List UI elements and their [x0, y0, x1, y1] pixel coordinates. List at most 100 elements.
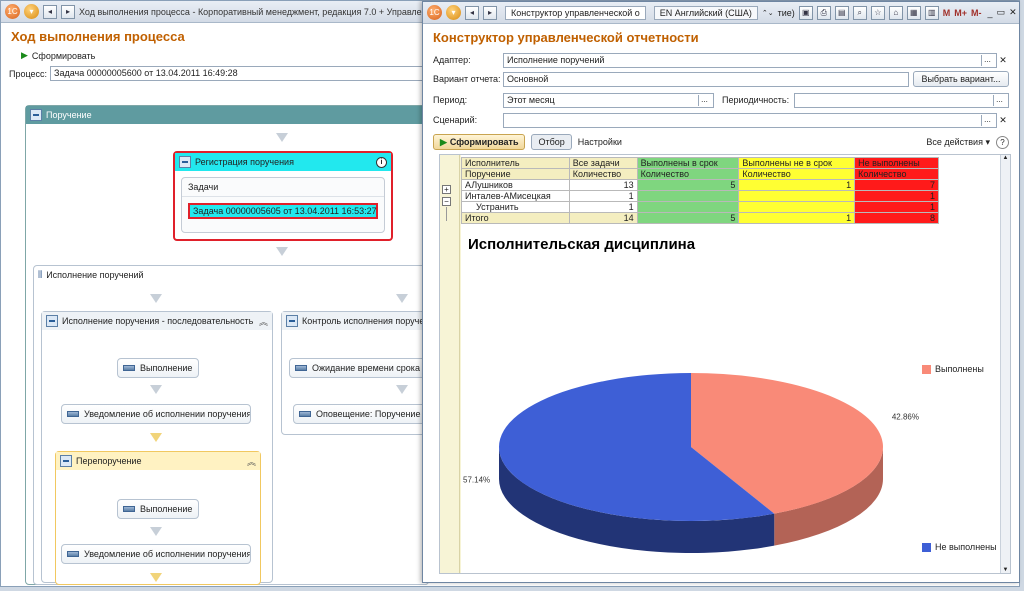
memory-plus-button[interactable]: M+: [954, 8, 967, 18]
flow-arrow-icon: [150, 573, 162, 582]
variant-label: Вариант отчета:: [433, 74, 501, 84]
period-field[interactable]: Этот месяц ...: [503, 92, 714, 108]
favorites-icon[interactable]: ☆: [870, 5, 885, 20]
vertical-scrollbar[interactable]: ▲ ▼: [1000, 155, 1010, 573]
language-indicator[interactable]: EN Английский (США): [653, 5, 758, 20]
app-logo-icon[interactable]: 1C: [427, 5, 442, 20]
dropdown-icon[interactable]: ⌃⌄: [762, 9, 774, 17]
cell-notdone: 1: [854, 201, 939, 213]
menu-icon[interactable]: ▾: [24, 4, 39, 19]
filter-button[interactable]: Отбор: [531, 134, 572, 150]
report-generate-button[interactable]: ▶ Сформировать: [433, 134, 526, 150]
help-icon[interactable]: ?: [996, 135, 1009, 149]
step-notify-2[interactable]: Уведомление об исполнении поручения: [61, 544, 251, 564]
cell-ontime: [636, 190, 740, 202]
choose-variant-button[interactable]: Выбрать вариант...: [913, 71, 1009, 87]
pie-slice-label: 57.14%: [463, 476, 490, 485]
legend-label-done: Выполнены: [935, 364, 984, 374]
memory-button[interactable]: M: [943, 8, 951, 18]
process-icon: [286, 315, 298, 327]
collapse-row-icon[interactable]: −: [442, 197, 451, 206]
forward-icon[interactable]: ▸: [483, 5, 497, 20]
step-notify[interactable]: Уведомление об исполнении поручения: [61, 404, 251, 424]
expand-icon[interactable]: +: [442, 185, 451, 194]
calculator-icon[interactable]: ▦: [906, 5, 921, 20]
step-notify-label: Уведомление об исполнении поручения: [84, 409, 251, 419]
adapter-row: Адаптер: Исполнение поручений ... ✕: [433, 52, 1009, 68]
save-icon[interactable]: ▣: [798, 5, 813, 20]
task-item[interactable]: Задача 00000005605 от 13.04.2011 16:53:2…: [188, 203, 378, 219]
menu-icon[interactable]: ▾: [446, 5, 461, 20]
select-dots-icon[interactable]: ...: [981, 114, 993, 126]
process-diagram: Поручение Регистрация поручения i Задачи…: [19, 101, 429, 586]
preview-icon[interactable]: ▤: [834, 5, 849, 20]
report-window: 1C ▾ ◂ ▸ Конструктор управленческой о EN…: [422, 1, 1020, 583]
back-icon[interactable]: ◂: [465, 5, 479, 20]
adapter-value: Исполнение поручений: [507, 55, 605, 65]
cell-name: Инталев-АМисецкая: [461, 190, 570, 202]
header-assignment: Поручение: [461, 168, 570, 180]
info-icon[interactable]: i: [376, 156, 387, 168]
report-window-title[interactable]: Конструктор управленческой о: [505, 5, 646, 20]
select-dots-icon[interactable]: ...: [993, 94, 1005, 106]
all-actions-button[interactable]: Все действия ▾: [926, 137, 990, 148]
table-row[interactable]: Инталев-АМисецкая 1 1: [461, 190, 939, 202]
root-node-header: Поручение: [26, 106, 428, 124]
report-sheet[interactable]: + − Исполнитель Все задачи Выполнены в с…: [439, 154, 1011, 574]
task-icon: [67, 411, 79, 417]
cell-late: [738, 201, 856, 213]
step-execution[interactable]: Выполнение: [117, 358, 199, 378]
back-icon[interactable]: ◂: [43, 4, 57, 19]
forward-icon[interactable]: ▸: [61, 4, 75, 19]
step-wait-label: Ожидание времени срока и: [312, 363, 428, 373]
step-execution-2[interactable]: Выполнение: [117, 499, 199, 519]
settings-button[interactable]: Настройки: [578, 137, 622, 147]
play-icon: ▶: [440, 136, 447, 147]
scroll-down-icon[interactable]: ▼: [1001, 567, 1010, 573]
process-icon: [30, 109, 42, 121]
process-generate-button[interactable]: ▶ Сформировать: [15, 48, 101, 63]
report-window-titlebar: 1C ▾ ◂ ▸ Конструктор управленческой о EN…: [423, 2, 1019, 24]
calendar-icon[interactable]: ▥: [924, 5, 939, 20]
total-ontime: 5: [636, 212, 740, 224]
table-row[interactable]: АЛушников 13 5 1 7: [461, 179, 939, 191]
row-gutter: [440, 155, 460, 573]
restore-icon[interactable]: ▭: [997, 7, 1006, 18]
table-row[interactable]: Устранить 1 1: [461, 201, 939, 213]
step-alert[interactable]: Оповещение: Поручение: [293, 404, 429, 424]
periodicity-field[interactable]: ...: [794, 92, 1009, 108]
collapse-icon[interactable]: ︽: [247, 455, 256, 468]
app-logo-icon[interactable]: 1C: [5, 4, 20, 19]
adapter-label: Адаптер:: [433, 55, 471, 65]
header-qty: Количество: [636, 168, 740, 180]
search-icon[interactable]: ⌕: [852, 5, 867, 20]
legend-item-notdone: Не выполнены: [922, 542, 997, 552]
pie-chart: 42.86% 57.14%: [463, 373, 919, 553]
memory-minus-button[interactable]: M-: [971, 8, 982, 18]
period-label: Период:: [433, 95, 468, 105]
registration-node[interactable]: Регистрация поручения i Задачи Задача 00…: [173, 151, 393, 241]
clear-icon[interactable]: ✕: [997, 115, 1009, 126]
legend-swatch: [922, 542, 931, 552]
select-dots-icon[interactable]: ...: [981, 54, 993, 66]
flow-arrow-icon: [396, 385, 408, 394]
step-execution-label: Выполнение: [140, 363, 193, 373]
scroll-up-icon[interactable]: ▲: [1001, 155, 1010, 161]
periodicity-label: Периодичность:: [722, 95, 790, 105]
scenario-field[interactable]: ...: [503, 112, 997, 128]
title-extra: тие): [777, 7, 795, 18]
process-icon: [46, 315, 58, 327]
cell-name: АЛушников: [461, 179, 570, 191]
print-icon[interactable]: ⎙: [816, 5, 831, 20]
home-icon[interactable]: ⌂: [888, 5, 903, 20]
step-wait[interactable]: Ожидание времени срока и: [289, 358, 429, 378]
close-icon[interactable]: ✕: [1009, 7, 1017, 18]
clear-icon[interactable]: ✕: [997, 55, 1009, 66]
minimize-icon[interactable]: _: [988, 8, 993, 18]
collapse-icon[interactable]: ︽: [259, 315, 268, 328]
tasks-label: Задачи: [182, 178, 384, 197]
variant-field[interactable]: Основной: [503, 71, 909, 87]
adapter-field[interactable]: Исполнение поручений ...: [503, 52, 997, 68]
execution-node-header: ⫴ Исполнение поручений: [34, 266, 428, 284]
select-dots-icon[interactable]: ...: [698, 94, 710, 106]
